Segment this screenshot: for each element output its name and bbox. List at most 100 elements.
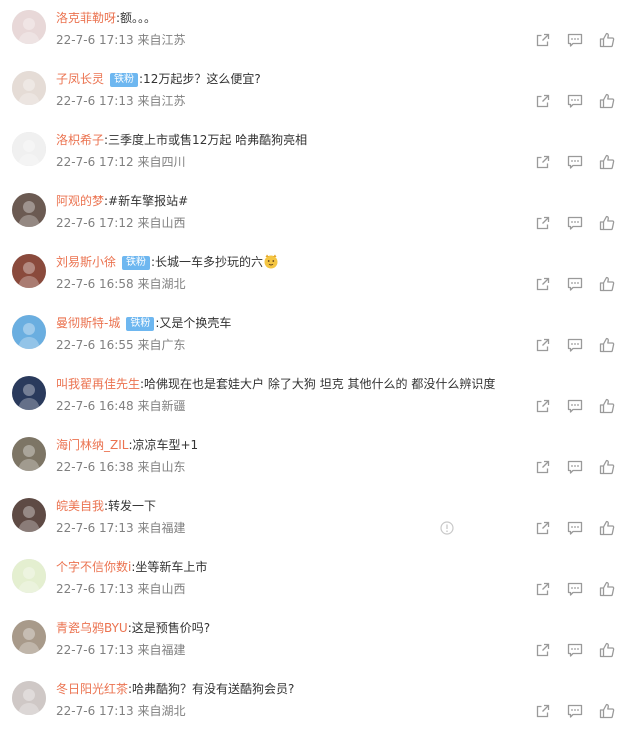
like-icon[interactable] xyxy=(599,703,615,719)
comment-icon[interactable] xyxy=(567,581,583,597)
comment-icon[interactable] xyxy=(567,215,583,231)
comment-icon[interactable] xyxy=(567,93,583,109)
comment-location: 来自新疆 xyxy=(137,399,186,413)
avatar[interactable] xyxy=(12,620,46,654)
comment-icon[interactable] xyxy=(567,520,583,536)
avatar[interactable] xyxy=(12,71,46,105)
username-link[interactable]: 洛枳希子 xyxy=(56,133,104,147)
comment-line: 洛克菲勒呀:额。。。 xyxy=(56,9,605,27)
comment-meta: 22-7-6 17:13 来自福建 xyxy=(56,519,185,537)
like-icon[interactable] xyxy=(599,520,615,536)
avatar[interactable] xyxy=(12,681,46,715)
username-link[interactable]: 阿观的梦 xyxy=(56,194,104,208)
forward-icon[interactable] xyxy=(535,215,551,231)
comment-text: :哈佛现在也是套娃大户 除了大狗 坦克 其他什么的 都没什么辨识度 xyxy=(140,377,496,391)
comment-text: :长城一车多抄玩的六 xyxy=(151,255,264,269)
report-icon[interactable] xyxy=(439,520,455,536)
avatar[interactable] xyxy=(12,437,46,471)
username-link[interactable]: 洛克菲勒呀 xyxy=(56,11,116,25)
comment-icon[interactable] xyxy=(567,337,583,353)
comment-line: 青瓷乌鸦BYU:这是预售价吗? xyxy=(56,619,605,637)
username-link[interactable]: 个字不信你数i xyxy=(56,560,131,574)
comment-location: 来自山东 xyxy=(137,460,186,474)
forward-icon[interactable] xyxy=(535,276,551,292)
comment-text: :额。。。 xyxy=(116,11,157,25)
comment-line: 子凤长灵 铁粉:12万起步？这么便宜? xyxy=(56,70,605,88)
fan-badge: 铁粉 xyxy=(110,73,139,87)
comment-actions xyxy=(535,31,615,49)
forward-icon[interactable] xyxy=(535,581,551,597)
comment-line: 海门林纳_ZIL:凉凉车型+1 xyxy=(56,436,605,454)
like-icon[interactable] xyxy=(599,642,615,658)
username-link[interactable]: 冬日阳光红茶 xyxy=(56,682,128,696)
comment-time: 22-7-6 16:48 xyxy=(56,399,134,413)
avatar[interactable] xyxy=(12,193,46,227)
comment-text: :转发一下 xyxy=(104,499,157,513)
forward-icon[interactable] xyxy=(535,398,551,414)
like-icon[interactable] xyxy=(599,337,615,353)
username-link[interactable]: 曼彻斯特-城 xyxy=(56,316,120,330)
forward-icon[interactable] xyxy=(535,642,551,658)
forward-icon[interactable] xyxy=(535,93,551,109)
comment-text: :哈弗酷狗？有没有送酷狗会员? xyxy=(128,682,295,696)
comment-icon[interactable] xyxy=(567,276,583,292)
comment-time: 22-7-6 16:38 xyxy=(56,460,134,474)
comment-actions xyxy=(535,458,615,476)
comment-line: 曼彻斯特-城 铁粉:又是个换壳车 xyxy=(56,314,605,332)
like-icon[interactable] xyxy=(599,93,615,109)
comment-icon[interactable] xyxy=(567,703,583,719)
like-icon[interactable] xyxy=(599,154,615,170)
avatar[interactable] xyxy=(12,10,46,44)
comment-actions xyxy=(535,275,615,293)
comment-item: 叫我翟再佳先生:哈佛现在也是套娃大户 除了大狗 坦克 其他什么的 都没什么辨识度… xyxy=(0,366,625,427)
like-icon[interactable] xyxy=(599,581,615,597)
forward-icon[interactable] xyxy=(535,337,551,353)
username-link[interactable]: 子凤长灵 xyxy=(56,72,104,86)
forward-icon[interactable] xyxy=(535,703,551,719)
like-icon[interactable] xyxy=(599,276,615,292)
forward-icon[interactable] xyxy=(535,520,551,536)
comment-time: 22-7-6 17:12 xyxy=(56,155,134,169)
comment-icon[interactable] xyxy=(567,154,583,170)
forward-icon[interactable] xyxy=(535,32,551,48)
like-icon[interactable] xyxy=(599,215,615,231)
comment-text: :这是预售价吗? xyxy=(127,621,211,635)
like-icon[interactable] xyxy=(599,32,615,48)
like-icon[interactable] xyxy=(599,398,615,414)
avatar[interactable] xyxy=(12,254,46,288)
comment-meta: 22-7-6 17:13 来自湖北 xyxy=(56,702,185,720)
comment-meta: 22-7-6 16:58 来自湖北 xyxy=(56,275,185,293)
comment-time: 22-7-6 17:13 xyxy=(56,33,134,47)
avatar[interactable] xyxy=(12,376,46,410)
comment-icon[interactable] xyxy=(567,32,583,48)
comment-location: 来自福建 xyxy=(137,521,186,535)
comment-item: 曼彻斯特-城 铁粉:又是个换壳车 22-7-6 16:55 来自广东 xyxy=(0,305,625,366)
comment-item: 个字不信你数i:坐等新车上市 22-7-6 17:13 来自山西 xyxy=(0,549,625,610)
comment-location: 来自四川 xyxy=(137,155,186,169)
forward-icon[interactable] xyxy=(535,459,551,475)
comment-line: 皖美自我:转发一下 xyxy=(56,497,605,515)
forward-icon[interactable] xyxy=(535,154,551,170)
avatar[interactable] xyxy=(12,132,46,166)
comment-actions xyxy=(440,519,615,537)
avatar[interactable] xyxy=(12,315,46,349)
comment-icon[interactable] xyxy=(567,642,583,658)
avatar[interactable] xyxy=(12,498,46,532)
avatar[interactable] xyxy=(12,559,46,593)
comment-icon[interactable] xyxy=(567,459,583,475)
username-link[interactable]: 青瓷乌鸦BYU xyxy=(56,621,128,635)
comment-text: :坐等新车上市 xyxy=(131,560,208,574)
comment-time: 22-7-6 17:13 xyxy=(56,643,134,657)
like-icon[interactable] xyxy=(599,459,615,475)
comment-text: :12万起步？这么便宜? xyxy=(139,72,261,86)
comment-location: 来自福建 xyxy=(137,643,186,657)
comment-item: 洛克菲勒呀:额。。。 22-7-6 17:13 来自江苏 xyxy=(0,0,625,61)
username-link[interactable]: 海门林纳_ZIL xyxy=(56,438,128,452)
username-link[interactable]: 皖美自我 xyxy=(56,499,104,513)
comment-icon[interactable] xyxy=(567,398,583,414)
username-link[interactable]: 刘易斯小徐 xyxy=(56,255,116,269)
comment-text: :三季度上市或售12万起 哈弗酷狗亮相 xyxy=(104,133,308,147)
comment-line: 阿观的梦:#新车擎报站# xyxy=(56,192,605,210)
username-link[interactable]: 叫我翟再佳先生 xyxy=(56,377,140,391)
comment-item: 洛枳希子:三季度上市或售12万起 哈弗酷狗亮相 22-7-6 17:12 来自四川 xyxy=(0,122,625,183)
